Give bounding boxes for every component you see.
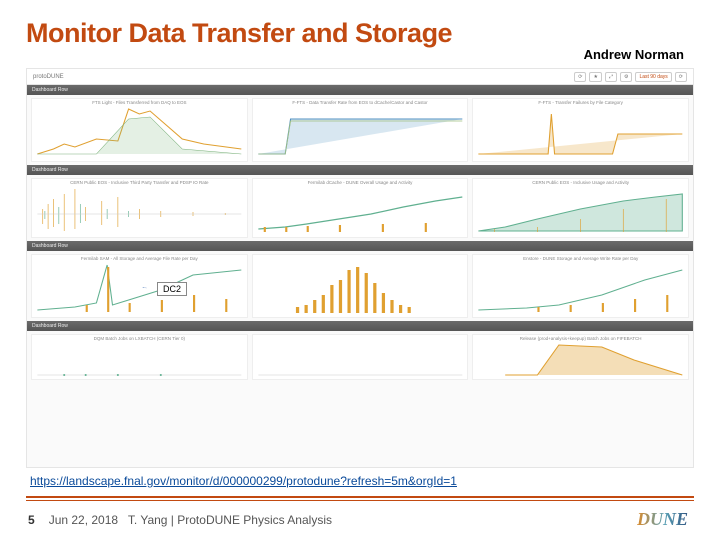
dashboard-header: protoDUNE ⟳ ★ ⤢ ⚙ Last 90 days ⟳ bbox=[27, 69, 693, 85]
chart-panel bbox=[252, 254, 469, 318]
chart-panel: F-FTS - Data Transfer Rate from EOS to d… bbox=[252, 98, 469, 162]
dashboard-brand: protoDUNE bbox=[33, 74, 64, 80]
dash-toolbar-btn: ★ bbox=[589, 72, 601, 82]
chart-panel: CERN Public EOS - Inclusive Usage and Ac… bbox=[472, 178, 689, 238]
dashboard-url-link[interactable]: https://landscape.fnal.gov/monitor/d/000… bbox=[26, 474, 694, 488]
chart-panel: CERN Public EOS - Inclusive Third Party … bbox=[31, 178, 248, 238]
slide-title: Monitor Data Transfer and Storage bbox=[26, 18, 694, 49]
chart-panel: Fermilab dCache - DUNE Overall Usage and… bbox=[252, 178, 469, 238]
dash-toolbar-btn: ⟳ bbox=[675, 72, 687, 82]
dash-toolbar-btn: ⤢ bbox=[605, 72, 617, 82]
dashboard-screenshot: protoDUNE ⟳ ★ ⤢ ⚙ Last 90 days ⟳ Dashboa… bbox=[26, 68, 694, 468]
chart-panel: FTS Light - Files Transferred from DAQ t… bbox=[31, 98, 248, 162]
footer-attribution: T. Yang | ProtoDUNE Physics Analysis bbox=[128, 513, 332, 527]
chart-panel bbox=[252, 334, 469, 380]
page-number: 5 bbox=[28, 513, 35, 527]
section-divider: Dashboard Row bbox=[27, 165, 693, 175]
chart-panel: Fermilab SAM - All Storage and Average F… bbox=[31, 254, 248, 318]
dash-toolbar-btn: ⟳ bbox=[574, 72, 586, 82]
annotation-arrow bbox=[132, 287, 157, 289]
annotation-label-dc2: DC2 bbox=[157, 282, 187, 296]
section-divider: Dashboard Row bbox=[27, 241, 693, 251]
section-divider: Dashboard Row bbox=[27, 85, 693, 95]
chart-panel: Enstore - DUNE Storage and Average Write… bbox=[472, 254, 689, 318]
author-name: Andrew Norman bbox=[26, 47, 684, 62]
dune-logo: DUNE bbox=[637, 509, 692, 530]
section-divider: Dashboard Row bbox=[27, 321, 693, 331]
footer-date: Jun 22, 2018 bbox=[49, 513, 118, 527]
dash-toolbar-btn: ⚙ bbox=[620, 72, 632, 82]
chart-panel: Release (prod+analysis+keepup) Batch Job… bbox=[472, 334, 689, 380]
chart-panel: DQM Batch Jobs on LXBATCH (CERN Tier 0) bbox=[31, 334, 248, 380]
chart-panel: F-FTS - Transfer Failures by File Catego… bbox=[472, 98, 689, 162]
time-range-picker: Last 90 days bbox=[635, 72, 671, 82]
